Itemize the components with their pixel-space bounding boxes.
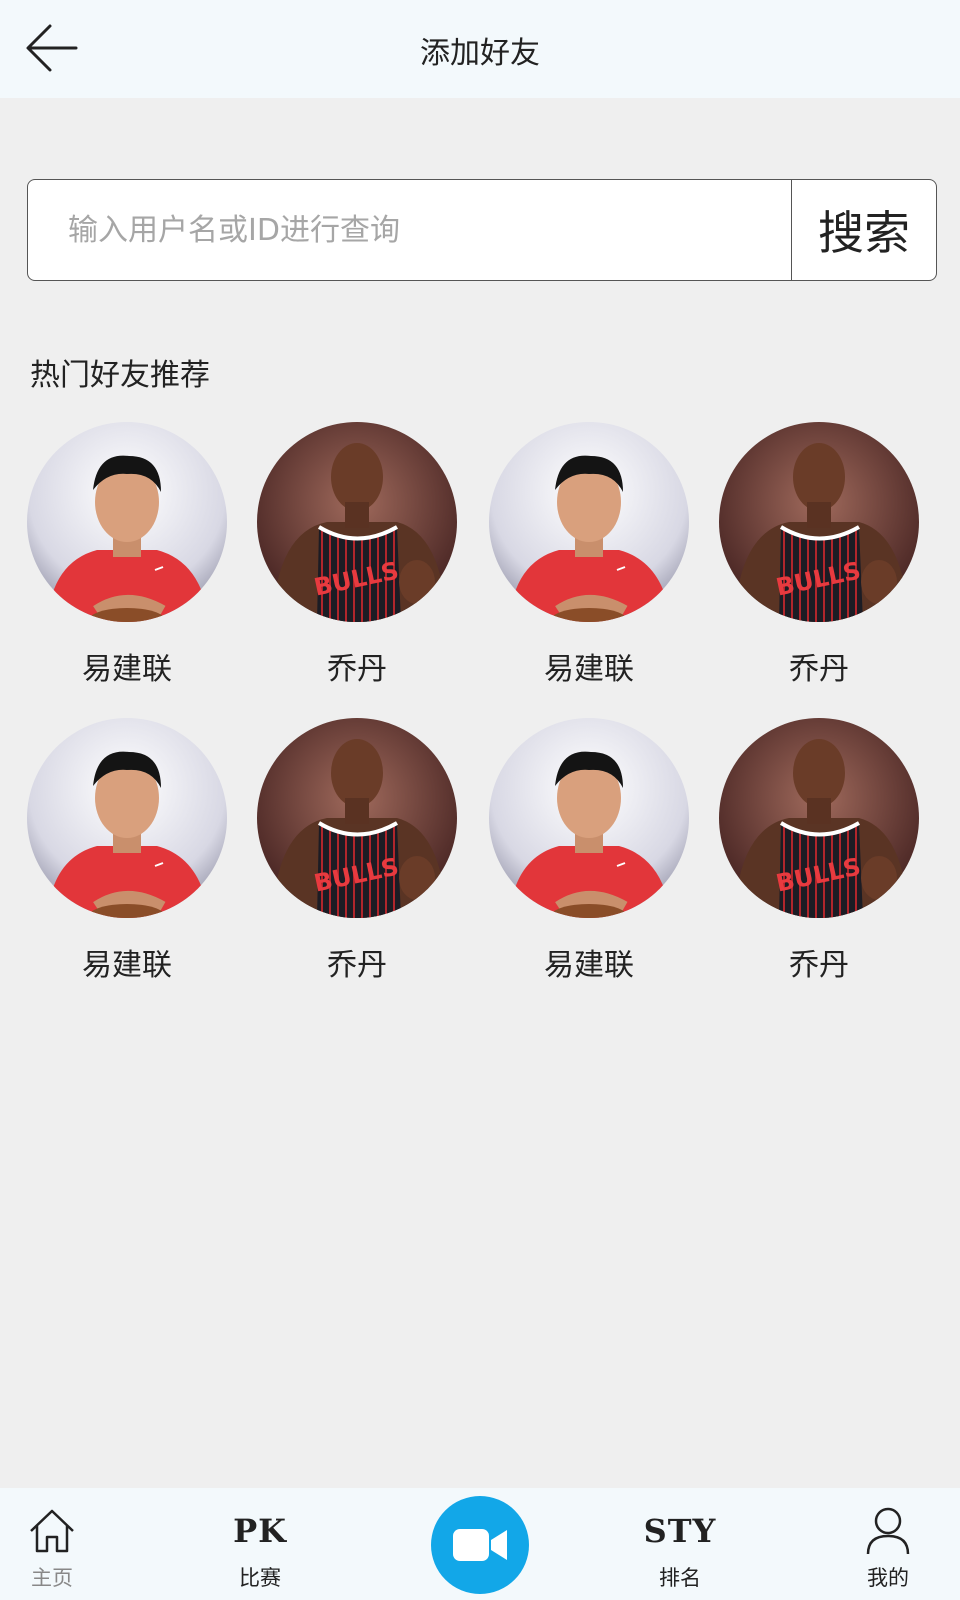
tab-label: 主页 [31, 1566, 73, 1590]
friend-name: 易建联 [82, 652, 172, 687]
friend-card[interactable]: 乔丹 [257, 422, 457, 688]
home-icon [30, 1509, 74, 1553]
user-icon [866, 1507, 910, 1555]
friend-name: 乔丹 [327, 948, 387, 983]
avatar [27, 422, 227, 622]
avatar [489, 422, 689, 622]
bottom-tab-bar: 主页 PK 比赛 STY 排名 我的 [0, 1488, 960, 1600]
tab-label: 排名 [659, 1566, 701, 1590]
friend-card[interactable]: 乔丹 [719, 422, 919, 688]
friend-name: 易建联 [82, 948, 172, 983]
avatar [257, 718, 457, 918]
friend-card[interactable]: 易建联 [27, 422, 227, 688]
friend-card[interactable]: 乔丹 [257, 718, 457, 984]
tab-match[interactable]: PK 比赛 [200, 1488, 320, 1600]
friend-name: 乔丹 [327, 652, 387, 687]
avatar [719, 718, 919, 918]
tab-home[interactable]: 主页 [0, 1488, 112, 1600]
section-title: 热门好友推荐 [30, 358, 210, 393]
search-bar: 搜索 [27, 179, 937, 281]
header-bar: 添加好友 [0, 0, 960, 98]
friend-name: 乔丹 [789, 652, 849, 687]
sty-icon: STY [643, 1512, 717, 1550]
avatar [27, 718, 227, 918]
tab-label: 比赛 [239, 1566, 281, 1590]
friend-card[interactable]: 易建联 [27, 718, 227, 984]
search-button[interactable]: 搜索 [791, 180, 936, 280]
tab-label: 我的 [867, 1566, 909, 1590]
avatar [257, 422, 457, 622]
video-camera-icon [453, 1529, 507, 1561]
friend-card[interactable]: 乔丹 [719, 718, 919, 984]
pk-icon: PK [233, 1512, 287, 1550]
page-title: 添加好友 [420, 36, 540, 71]
tab-profile[interactable]: 我的 [828, 1488, 948, 1600]
friend-card[interactable]: 易建联 [489, 422, 689, 688]
avatar [489, 718, 689, 918]
avatar [719, 422, 919, 622]
search-input[interactable] [28, 180, 792, 280]
tab-ranking[interactable]: STY 排名 [620, 1488, 740, 1600]
friend-name: 乔丹 [789, 948, 849, 983]
friend-name: 易建联 [544, 948, 634, 983]
video-record-button[interactable] [431, 1496, 529, 1594]
friend-card[interactable]: 易建联 [489, 718, 689, 984]
friend-name: 易建联 [544, 652, 634, 687]
